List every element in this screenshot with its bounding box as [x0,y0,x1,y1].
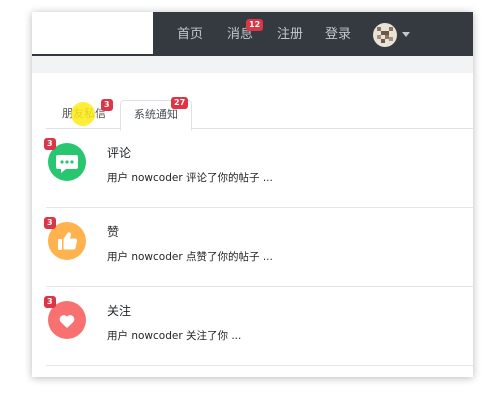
tab-system-notices-label: 系统通知 [134,108,178,121]
notice-item-follow[interactable]: 3 关注 用户 nowcoder 关注了你 ... [44,287,473,366]
nav-login-link[interactable]: 登录 [325,12,351,56]
notice-item-comment[interactable]: 3 评论 用户 nowcoder 评论了你的帖子 ... [44,129,473,208]
notice-count-badge: 3 [44,138,56,150]
notice-text[interactable]: 用户 nowcoder 点赞了你的帖子 ... [107,249,273,264]
notice-count-badge: 3 [44,217,56,229]
header-separator [32,56,473,73]
message-tabs: 朋友私信 3 系统通知 27 [32,73,473,131]
friend-messages-badge: 3 [101,99,113,111]
notice-text[interactable]: 用户 nowcoder 评论了你的帖子 ... [107,170,273,185]
navbar-menu: 首页 消息 12 注册 登录 [153,12,473,56]
notice-count-badge: 3 [44,296,56,308]
caret-down-icon[interactable] [402,32,410,37]
top-navbar: 首页 消息 12 注册 登录 [32,12,473,56]
notice-title: 赞 [107,225,120,239]
system-notices-badge: 27 [171,97,189,109]
pixel-avatar-icon[interactable] [373,23,397,47]
nav-home-link[interactable]: 首页 [177,12,203,56]
mouse-cursor-highlight [71,102,95,126]
nav-register-link[interactable]: 注册 [277,12,303,56]
messages-count-badge: 12 [246,19,264,31]
message-page: 首页 消息 12 注册 登录 朋友 [32,12,473,377]
notice-text[interactable]: 用户 nowcoder 关注了你 ... [107,328,241,343]
notice-title: 关注 [107,304,132,318]
notice-title: 评论 [107,146,132,160]
notice-item-like[interactable]: 3 赞 用户 nowcoder 点赞了你的帖子 ... [44,208,473,287]
